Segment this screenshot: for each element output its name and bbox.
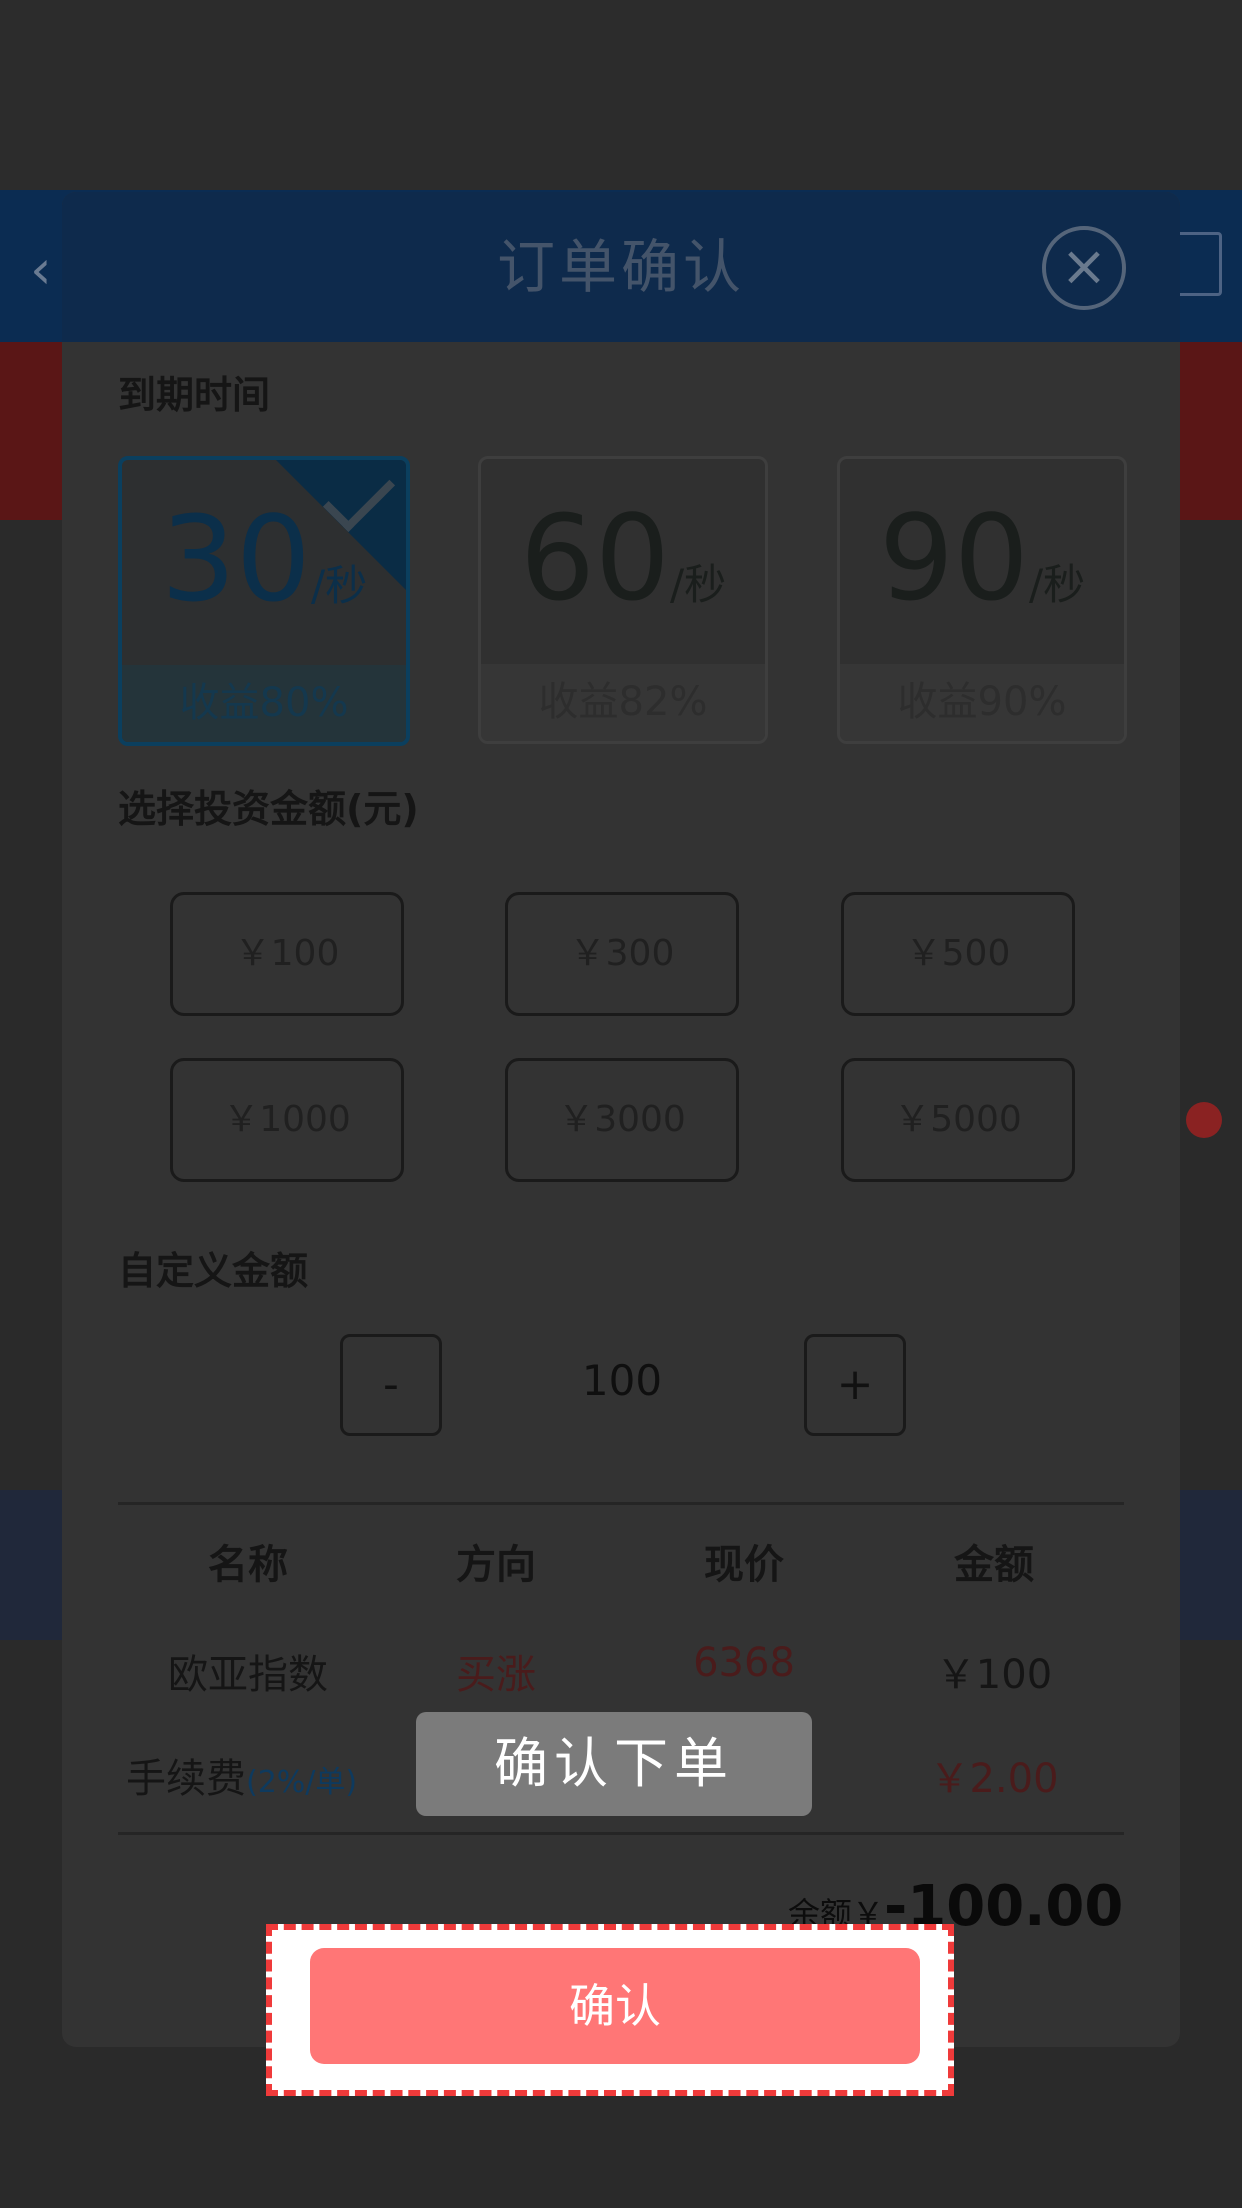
- custom-amount-label: 自定义金额: [118, 1249, 309, 1293]
- row-amount: ￥100: [935, 1652, 1053, 1698]
- decrement-button[interactable]: -: [340, 1334, 442, 1436]
- col-direction-header: 方向: [456, 1542, 536, 1588]
- status-bar: [0, 0, 1242, 190]
- fee-label: 手续费(2%/单): [126, 1756, 358, 1802]
- row-name: 欧亚指数: [168, 1652, 328, 1698]
- col-amount-header: 金额: [954, 1542, 1034, 1588]
- time-rate: 收益80%: [122, 665, 406, 742]
- time-option-90[interactable]: 90/秒 收益90%: [837, 456, 1127, 744]
- close-button[interactable]: ×: [1042, 226, 1126, 310]
- col-price-header: 现价: [704, 1542, 784, 1588]
- time-value: 30/秒: [160, 490, 368, 628]
- fee-rate: (2%/单): [246, 1765, 358, 1800]
- amount-option-300[interactable]: ￥300: [505, 892, 739, 1016]
- toast-message: 确认下单: [416, 1712, 812, 1816]
- amount-option-5000[interactable]: ￥5000: [841, 1058, 1075, 1182]
- row-direction: 买涨: [456, 1652, 536, 1698]
- close-icon: ×: [1060, 234, 1108, 299]
- time-option-30[interactable]: 30/秒 收益80%: [118, 456, 410, 746]
- amount-option-1000[interactable]: ￥1000: [170, 1058, 404, 1182]
- amount-option-3000[interactable]: ￥3000: [505, 1058, 739, 1182]
- divider: [118, 1502, 1124, 1505]
- row-price: 6368: [693, 1640, 795, 1686]
- col-name-header: 名称: [208, 1542, 288, 1588]
- amount-label: 选择投资金额(元): [118, 787, 419, 831]
- time-value: 60/秒: [519, 489, 727, 627]
- amount-option-500[interactable]: ￥500: [841, 892, 1075, 1016]
- custom-amount-value[interactable]: 100: [512, 1356, 732, 1405]
- background-dot: [1186, 1102, 1222, 1138]
- modal-title: 订单确认: [496, 233, 745, 301]
- fee-amount: ￥2.00: [929, 1756, 1059, 1802]
- time-value: 90/秒: [878, 489, 1086, 627]
- time-option-60[interactable]: 60/秒 收益82%: [478, 456, 768, 744]
- amount-option-100[interactable]: ￥100: [170, 892, 404, 1016]
- divider: [118, 1832, 1124, 1835]
- time-rate: 收益82%: [481, 664, 765, 741]
- confirm-button[interactable]: 确认: [310, 1948, 920, 2064]
- increment-button[interactable]: +: [804, 1334, 906, 1436]
- expiry-label: 到期时间: [118, 373, 271, 417]
- time-rate: 收益90%: [840, 664, 1124, 741]
